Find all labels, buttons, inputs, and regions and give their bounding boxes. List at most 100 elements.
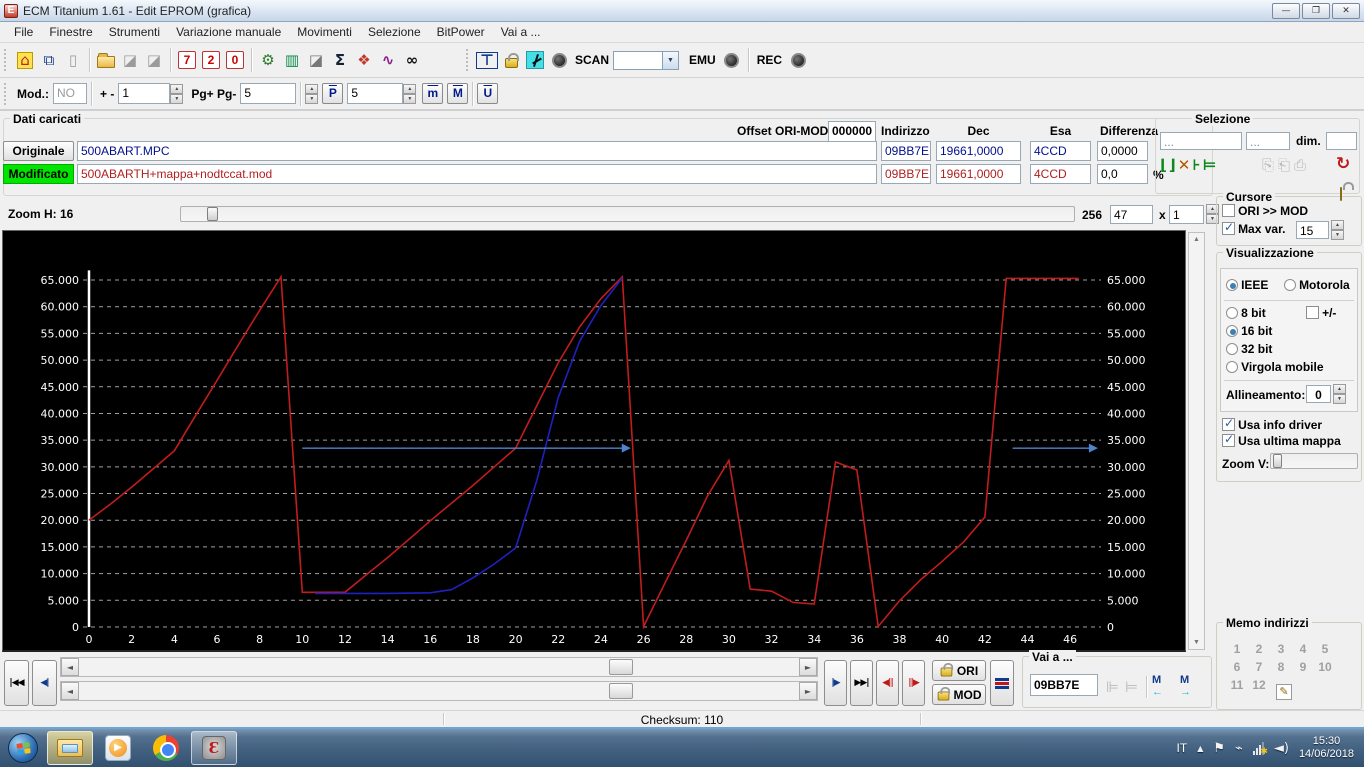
memo-slot-9[interactable]: 9 — [1294, 660, 1312, 674]
windows-button[interactable]: ⧉ — [37, 48, 61, 72]
columns-input[interactable]: 47 — [1110, 205, 1153, 224]
menu-movimenti[interactable]: Movimenti — [289, 23, 360, 41]
toolbar-grip-2[interactable] — [466, 49, 471, 71]
home-button[interactable]: ⌂ — [13, 48, 37, 72]
bit16-radio[interactable] — [1226, 325, 1238, 337]
ori-mod-checkbox[interactable] — [1222, 204, 1235, 217]
p-input[interactable]: 5 — [347, 83, 404, 104]
menu-variazione-manuale[interactable]: Variazione manuale — [168, 23, 289, 41]
refresh-button[interactable]: ↻ — [1336, 154, 1350, 174]
taskbar-wmp-button[interactable]: ▶ — [95, 731, 141, 765]
chart-vertical-scrollbar[interactable]: ▲ ▼ — [1188, 232, 1205, 650]
min-button[interactable]: m — [422, 83, 444, 104]
taskbar-ecm-button[interactable]: Ɛ — [191, 731, 237, 765]
scrollbar-mod[interactable]: ◄ ► — [60, 681, 818, 701]
scroll-thumb-2[interactable] — [609, 683, 633, 699]
cursore-lock-icon[interactable] — [1340, 187, 1342, 201]
scroll-right-button[interactable]: ► — [799, 658, 817, 676]
scroll-left-button-2[interactable]: ◄ — [61, 682, 79, 700]
eprom-chart[interactable]: 0 05.000 5.00010.000 10.00015.000 15.00020.0… — [3, 231, 1185, 650]
scrollbar-ori[interactable]: ◄ ► — [60, 657, 818, 677]
next-value-button[interactable]: |▶ — [824, 660, 847, 706]
virgola-radio[interactable] — [1226, 361, 1238, 373]
menu-strumenti[interactable]: Strumenti — [101, 23, 168, 41]
minimize-button[interactable]: — — [1272, 2, 1300, 19]
table-column-button[interactable]: ▥ — [280, 48, 304, 72]
memo-slot-1[interactable]: 1 — [1228, 642, 1246, 656]
vai-table-left-button[interactable]: ⊫ — [1106, 678, 1125, 696]
memo-slot-3[interactable]: 3 — [1272, 642, 1290, 656]
menu-selezione[interactable]: Selezione — [360, 23, 429, 41]
bit8-radio[interactable] — [1226, 307, 1238, 319]
deselect-button[interactable]: ✕ — [1178, 156, 1193, 174]
memo-slot-12[interactable]: 12 — [1250, 678, 1268, 692]
usa-info-checkbox[interactable] — [1222, 416, 1235, 431]
undo-button[interactable]: U — [477, 83, 499, 104]
select-h2-button[interactable]: ⊨ — [1202, 156, 1218, 174]
chart-area[interactable]: 0 0 5.000 5.000 10.000 10.000 15.000 15.000 20.0… — [2, 230, 1186, 652]
scroll-thumb[interactable] — [609, 659, 633, 675]
restore-button[interactable]: ❐ — [1302, 2, 1330, 19]
find-button[interactable]: ∞ — [400, 48, 424, 72]
p-spinner[interactable]: ▲ ▼ — [403, 83, 417, 104]
mod-lock-button[interactable]: MOD — [932, 684, 986, 705]
vai-table-right-button[interactable]: ⊨ — [1125, 678, 1144, 696]
usa-ultima-checkbox[interactable] — [1222, 432, 1235, 447]
language-indicator[interactable]: IT — [1177, 741, 1188, 755]
lock-button[interactable] — [499, 48, 523, 72]
close-button[interactable]: ✕ — [1332, 2, 1360, 19]
max-var-input[interactable]: 15 — [1296, 221, 1329, 239]
goto-first-button[interactable]: |◀◀ — [4, 660, 29, 706]
step-spinner[interactable]: ▲ ▼ — [170, 83, 184, 104]
zoom-v-slider[interactable] — [1270, 453, 1358, 469]
scan-dropdown[interactable]: ▼ — [613, 50, 680, 70]
page-button-disabled[interactable]: ▯ — [61, 48, 85, 72]
menu-file[interactable]: File — [6, 23, 41, 41]
goto-next-map-button[interactable]: M → — [1180, 674, 1191, 698]
shapes-button[interactable]: ❖ — [352, 48, 376, 72]
paste-right-button[interactable]: ⎙ — [1294, 156, 1310, 174]
memo-slot-7[interactable]: 7 — [1250, 660, 1268, 674]
sum-button[interactable]: Σ — [328, 48, 352, 72]
allineamento-spinner[interactable]: ▲ ▼ — [1333, 384, 1346, 404]
taskbar-explorer-button[interactable] — [47, 731, 93, 765]
rows-input[interactable]: 1 — [1169, 205, 1204, 224]
allineamento-input[interactable]: 0 — [1306, 385, 1331, 403]
text-window-button[interactable]: ⊤ — [475, 48, 499, 72]
selezione-field-1[interactable]: ... — [1160, 132, 1242, 150]
prev-map-button[interactable]: ◀| — [32, 660, 57, 706]
step-input[interactable]: 1 — [118, 83, 171, 104]
taskbar-chrome-button[interactable] — [143, 731, 189, 765]
toolbar2-grip[interactable] — [4, 82, 9, 105]
memo-slot-8[interactable]: 8 — [1272, 660, 1290, 674]
goto-prev-map-button[interactable]: M ← — [1152, 674, 1163, 698]
memo-slot-10[interactable]: 10 — [1316, 660, 1334, 674]
calc-2-button[interactable]: 2 — [199, 48, 223, 72]
network-icon[interactable]: ✱ — [1252, 741, 1268, 756]
action-center-flag-icon[interactable]: ⚑ — [1213, 741, 1225, 756]
start-button[interactable] — [1, 731, 45, 765]
zoom-h-thumb[interactable] — [207, 207, 218, 221]
plusminus-checkbox[interactable] — [1306, 306, 1319, 319]
scroll-down-icon[interactable]: ▼ — [1193, 636, 1200, 649]
toolbar-grip[interactable] — [4, 49, 9, 71]
mod-value-field[interactable]: NO — [53, 83, 87, 104]
memo-slot-6[interactable]: 6 — [1228, 660, 1246, 674]
memo-slot-5[interactable]: 5 — [1316, 642, 1334, 656]
prev-diff-button[interactable]: ◀|| — [876, 660, 899, 706]
scroll-up-icon[interactable]: ▲ — [1193, 233, 1200, 246]
paste-up-button[interactable]: ⎗ — [1278, 156, 1294, 174]
memo-note-icon[interactable]: ✎ — [1276, 684, 1292, 700]
fill-button[interactable]: ◪ — [304, 48, 328, 72]
menu-vai-a[interactable]: Vai a ... — [493, 23, 549, 41]
max-var-spinner[interactable]: ▲ ▼ — [1331, 220, 1344, 240]
driver-info-button[interactable]: ⚙ — [256, 48, 280, 72]
percent-mode-button[interactable]: P — [322, 83, 344, 104]
motorola-radio[interactable] — [1284, 279, 1296, 291]
menu-finestre[interactable]: Finestre — [41, 23, 100, 41]
save-button-disabled[interactable]: ◪ — [118, 48, 142, 72]
calc-0-button[interactable]: 0 — [223, 48, 247, 72]
zoom-v-thumb[interactable] — [1273, 454, 1282, 468]
power-plug-icon[interactable]: ⌁ — [1235, 741, 1243, 756]
memo-slot-4[interactable]: 4 — [1294, 642, 1312, 656]
